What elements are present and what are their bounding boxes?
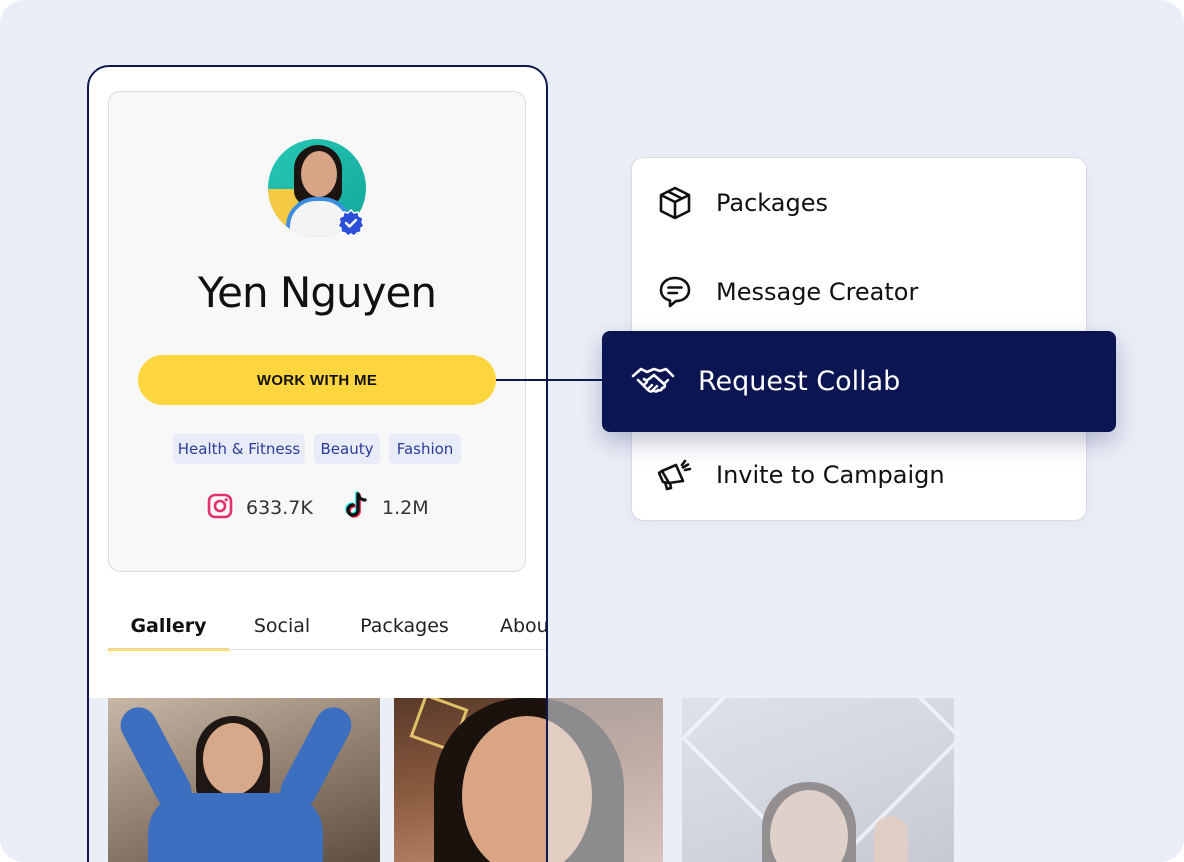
menu-item-label: Invite to Campaign [716,461,945,489]
box-icon [656,184,694,222]
megaphone-icon [656,456,694,494]
message-icon [656,273,694,311]
menu-item-message-creator[interactable]: Message Creator [656,273,918,311]
menu-item-label: Request Collab [698,366,901,397]
menu-item-label: Message Creator [716,278,919,306]
phone-frame [87,65,548,862]
gallery-fade-overlay [546,698,966,862]
menu-item-packages[interactable]: Packages [656,184,828,222]
background-canvas: Yen Nguyen WORK WITH ME Health & Fitness… [0,0,1184,862]
handshake-icon [630,359,676,405]
menu-item-invite-to-campaign[interactable]: Invite to Campaign [656,456,945,494]
menu-item-label: Packages [716,189,828,217]
menu-item-request-collab[interactable]: Request Collab [602,331,1116,432]
